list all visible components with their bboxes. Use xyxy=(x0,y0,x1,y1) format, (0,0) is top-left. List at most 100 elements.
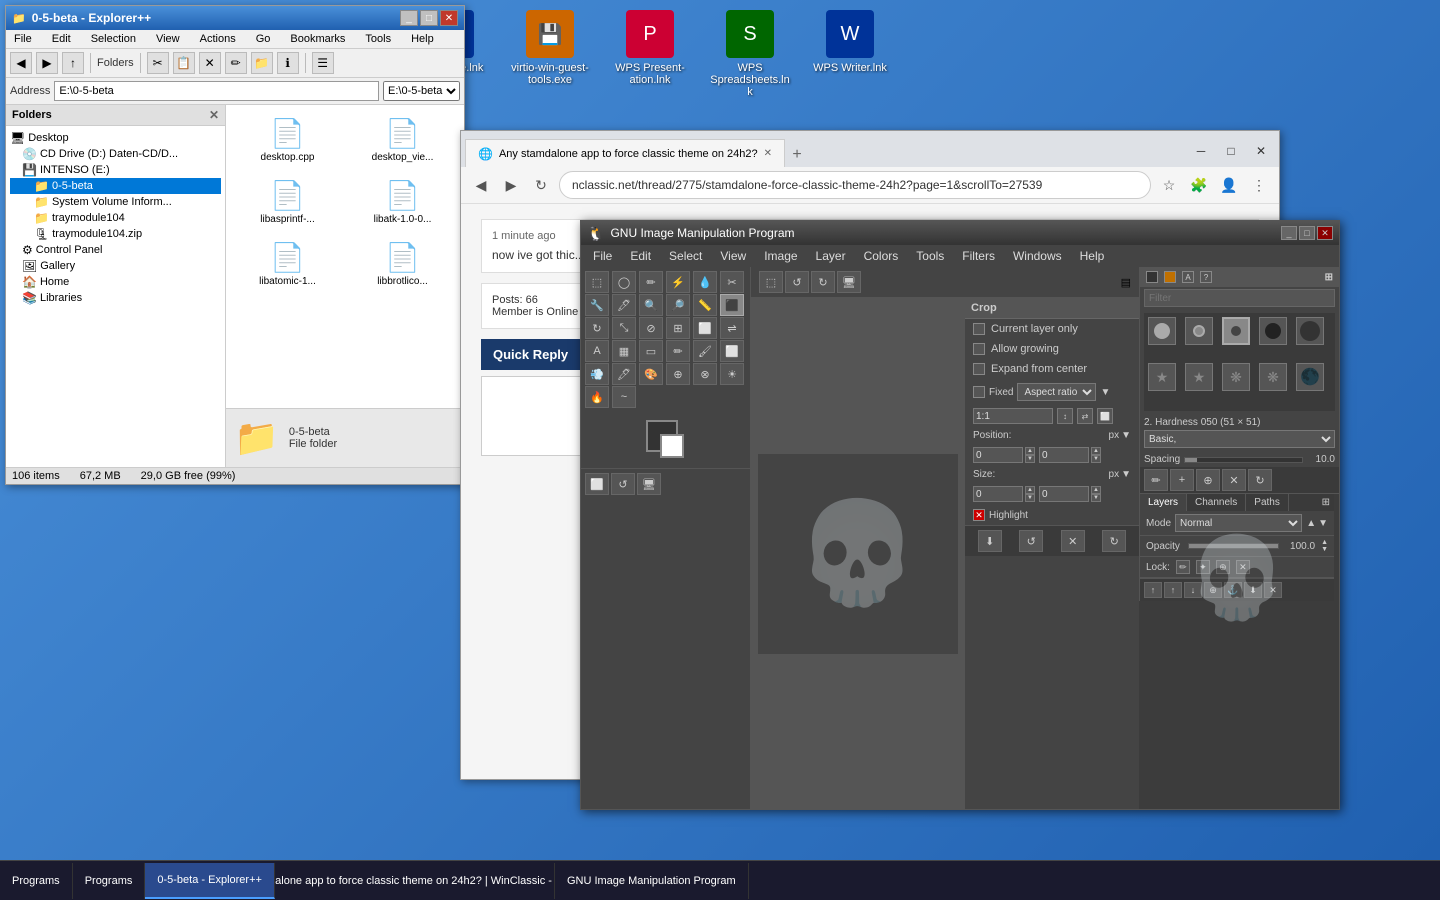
brush-item-9[interactable]: ❋ xyxy=(1259,363,1287,391)
tool-options-expand[interactable]: ▤ xyxy=(1121,276,1131,289)
tool-heal[interactable]: ⊗ xyxy=(693,363,717,385)
menu-selection[interactable]: Selection xyxy=(87,32,140,46)
crop-tool-3[interactable]: ✕ xyxy=(1061,530,1085,552)
folder-tree[interactable]: 🖥 Desktop 💿 CD Drive (D:) Daten-CD/D... … xyxy=(6,126,225,467)
crop-sizeh-down[interactable]: ▼ xyxy=(1091,494,1101,502)
tree-item-gallery[interactable]: 🖼 Gallery xyxy=(10,258,221,274)
brush-preset-select[interactable]: Basic, xyxy=(1144,430,1335,448)
tool-ink[interactable]: 🖊 xyxy=(612,363,636,385)
crop-posx-down[interactable]: ▼ xyxy=(1025,455,1035,463)
gimp-menu-tools[interactable]: Tools xyxy=(908,247,952,265)
tree-item-sysvolume[interactable]: 📁 System Volume Inform... xyxy=(10,194,221,210)
tree-item-controlpanel[interactable]: ⚙ Control Panel xyxy=(10,242,221,258)
crop-posx-up[interactable]: ▲ xyxy=(1025,447,1035,455)
tool-pencil[interactable]: ✏ xyxy=(666,340,690,362)
brush-tool-del[interactable]: ✕ xyxy=(1222,469,1246,491)
crop-fixed-checkbox[interactable] xyxy=(973,386,985,398)
crop-current-layer-option[interactable]: Current layer only xyxy=(965,319,1139,339)
address-input[interactable] xyxy=(54,81,379,101)
layers-btn-new[interactable]: ↑ xyxy=(1144,582,1162,598)
tool-dodge[interactable]: ☀ xyxy=(720,363,744,385)
crop-highlight-x[interactable]: ✕ xyxy=(973,509,985,521)
layers-tab-paths[interactable]: Paths xyxy=(1246,494,1289,511)
crop-current-layer-checkbox[interactable] xyxy=(973,323,985,335)
brush-tool-dup[interactable]: ⊕ xyxy=(1196,469,1220,491)
brush-item-10[interactable]: 🌑 xyxy=(1296,363,1324,391)
crop-posy-up[interactable]: ▲ xyxy=(1091,447,1101,455)
gimp-close-button[interactable]: ✕ xyxy=(1317,226,1333,240)
crop-tool-4[interactable]: ↻ xyxy=(1102,530,1126,552)
tool-shear[interactable]: ⊘ xyxy=(639,317,663,339)
layers-tab-channels[interactable]: Channels xyxy=(1187,494,1246,511)
brush-item-6[interactable]: ★ xyxy=(1148,363,1176,391)
tool-extra-1[interactable]: ⬜ xyxy=(585,473,609,495)
brush-item-7[interactable]: ★ xyxy=(1185,363,1213,391)
layers-panel-expand[interactable]: ⊞ xyxy=(1318,494,1334,511)
crop-tool-1[interactable]: ⬇ xyxy=(978,530,1002,552)
desktop-icon-wps-present[interactable]: P WPS Present-ation.lnk xyxy=(610,10,690,98)
crop-size-h[interactable] xyxy=(1039,486,1089,502)
tool-scissors[interactable]: ✂ xyxy=(720,271,744,293)
paste-button[interactable]: 📋 xyxy=(173,52,195,74)
tool-color-select[interactable]: 💧 xyxy=(693,271,717,293)
tool-opt-3[interactable]: ↻ xyxy=(811,271,835,293)
menu-view[interactable]: View xyxy=(152,32,184,46)
file-desktop-view[interactable]: 📄 desktop_vie... xyxy=(349,113,456,167)
crop-allow-growing-option[interactable]: Allow growing xyxy=(965,339,1139,359)
brush-item-1[interactable] xyxy=(1148,317,1176,345)
gimp-canvas[interactable]: 💀 xyxy=(751,298,964,809)
brush-item-8[interactable]: ❋ xyxy=(1222,363,1250,391)
opacity-down[interactable]: ▼ xyxy=(1321,546,1328,553)
tool-opt-4[interactable]: 🖥 xyxy=(837,271,861,293)
copy-button[interactable]: ✂ xyxy=(147,52,169,74)
file-libatk[interactable]: 📄 libatk-1.0-0... xyxy=(349,175,456,229)
delete-button[interactable]: ✕ xyxy=(199,52,221,74)
tree-item-traymodulezip[interactable]: 🗜 traymodule104.zip xyxy=(10,226,221,242)
tool-text[interactable]: A xyxy=(585,340,609,362)
crop-posy-down[interactable]: ▼ xyxy=(1091,455,1101,463)
tool-extra-3[interactable]: 🖥 xyxy=(637,473,661,495)
crop-sizew-down[interactable]: ▼ xyxy=(1025,494,1035,502)
layers-tab-layers[interactable]: Layers xyxy=(1140,494,1187,511)
brush-item-selected[interactable] xyxy=(1222,317,1250,345)
taskbar-gimp[interactable]: GNU Image Manipulation Program xyxy=(555,863,749,899)
tool-opt-2[interactable]: ↺ xyxy=(785,271,809,293)
brush-item-2[interactable] xyxy=(1185,317,1213,345)
brush-preset-icon-4[interactable]: ? xyxy=(1200,271,1212,283)
tool-crop[interactable]: ⬛ xyxy=(720,294,744,316)
brush-preset-icon-3[interactable]: A xyxy=(1182,271,1194,283)
menu-button[interactable]: ⋮ xyxy=(1247,173,1271,197)
tool-transform[interactable]: ⬜ xyxy=(693,317,717,339)
menu-bookmarks[interactable]: Bookmarks xyxy=(286,32,349,46)
brush-panel-expand[interactable]: ⊞ xyxy=(1325,271,1333,283)
file-libatomic[interactable]: 📄 libatomic-1... xyxy=(234,237,341,291)
tool-gradient[interactable]: ▭ xyxy=(639,340,663,362)
gimp-menu-file[interactable]: File xyxy=(585,247,620,265)
layer-mode-up[interactable]: ▲ xyxy=(1306,518,1316,529)
menu-actions[interactable]: Actions xyxy=(196,32,240,46)
tool-foreground[interactable]: 🔧 xyxy=(585,294,609,316)
tool-zoom[interactable]: 🔎 xyxy=(666,294,690,316)
account-button[interactable]: 👤 xyxy=(1217,173,1241,197)
gimp-menu-help[interactable]: Help xyxy=(1072,247,1113,265)
tool-smudge[interactable]: ~ xyxy=(612,386,636,408)
brush-preset-icon-1[interactable] xyxy=(1146,271,1158,283)
tree-item-home[interactable]: 🏠 Home xyxy=(10,274,221,290)
tool-eraser[interactable]: ⬜ xyxy=(720,340,744,362)
reload-button[interactable]: ↻ xyxy=(529,173,553,197)
close-button[interactable]: ✕ xyxy=(440,10,458,26)
opacity-up[interactable]: ▲ xyxy=(1321,539,1328,546)
brush-preset-icon-2[interactable] xyxy=(1164,271,1176,283)
gimp-menu-view[interactable]: View xyxy=(712,247,754,265)
gimp-bg-color[interactable] xyxy=(660,434,684,458)
menu-help[interactable]: Help xyxy=(407,32,438,46)
gimp-maximize-button[interactable]: □ xyxy=(1299,226,1315,240)
crop-expand-from-center-option[interactable]: Expand from center xyxy=(965,359,1139,379)
tool-paths[interactable]: 🖊 xyxy=(612,294,636,316)
tool-paintbrush[interactable]: 🖌 xyxy=(693,340,717,362)
brush-tool-refresh[interactable]: ↻ xyxy=(1248,469,1272,491)
tool-mypaint[interactable]: 🎨 xyxy=(639,363,663,385)
tool-rotate[interactable]: ↻ xyxy=(585,317,609,339)
brush-item-5[interactable] xyxy=(1296,317,1324,345)
gimp-menu-filters[interactable]: Filters xyxy=(954,247,1003,265)
